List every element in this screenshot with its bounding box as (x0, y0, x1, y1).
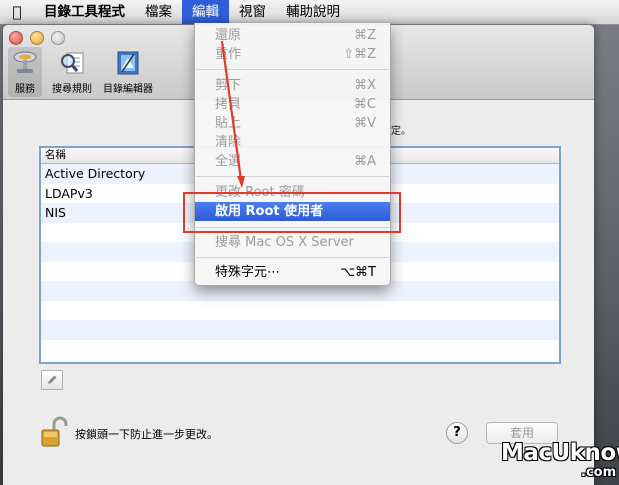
watermark-main: MacUknow (501, 440, 619, 466)
annotation-arrow (220, 40, 245, 188)
site-watermark: MacUknow .com (497, 440, 619, 485)
watermark-sub: .com (581, 465, 617, 480)
annotation-highlight-box (183, 192, 401, 233)
